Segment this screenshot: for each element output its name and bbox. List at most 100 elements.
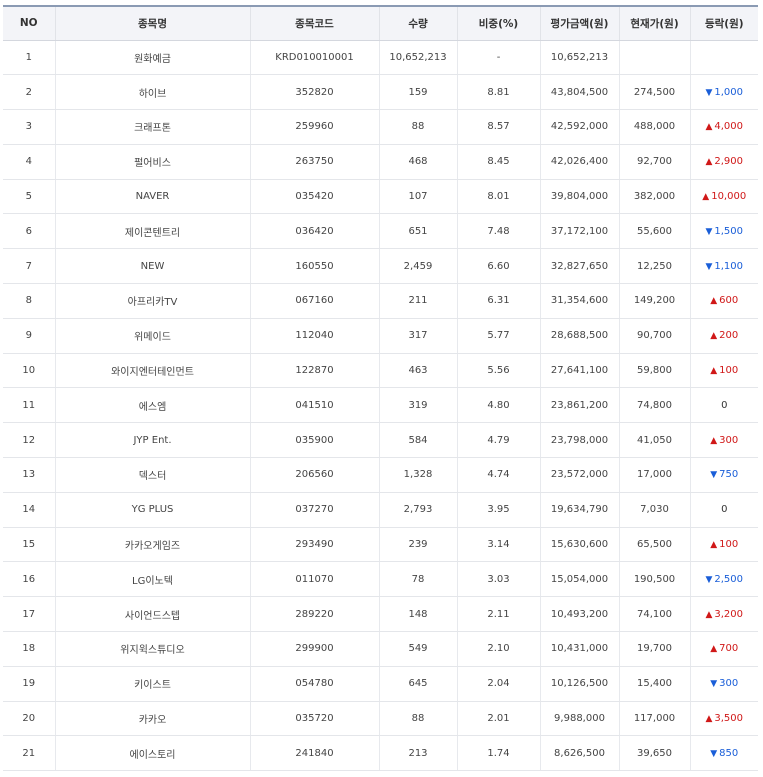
- table-row: 6 제이콘텐트리 036420 651 7.48 37,172,100 55,600 ▼ 1,5…: [3, 213, 758, 250]
- cell-weight: 4.79: [456, 422, 540, 459]
- table-row: 21 에이스토리 241840 213 1.74 8,626,500 39,650 ▼ 850: [3, 735, 758, 772]
- table-row: 2 하이브 352820 159 8.81 43,804,500 274,500 ▼ 1,000: [3, 74, 758, 111]
- cell-change: ▼ 1,000: [689, 74, 758, 111]
- cell-qty: 319: [378, 387, 457, 424]
- change-value: 200: [719, 330, 739, 342]
- arrow-down-icon: ▼: [710, 679, 718, 690]
- cell-change: 0: [689, 492, 758, 528]
- cell-change: ▲ 200: [689, 318, 758, 354]
- cell-name: 카카오게임즈: [54, 527, 250, 563]
- cell-no: 15: [3, 527, 55, 563]
- arrow-up-icon: ▲: [710, 540, 718, 551]
- cell-name: NAVER: [54, 179, 250, 215]
- cell-weight: -: [456, 40, 540, 76]
- cell-no: 7: [3, 248, 55, 285]
- arrow-up-icon: ▲: [705, 714, 713, 725]
- cell-code: 122870: [249, 353, 379, 389]
- table-row: 7 NEW 160550 2,459 6.60 32,827,650 12,250 ▼ 1,10…: [3, 248, 758, 285]
- arrow-up-icon: ▲: [710, 296, 718, 307]
- table-row: 19 키이스트 054780 645 2.04 10,126,500 15,400 ▼ 300: [3, 666, 758, 702]
- change-value: 3,500: [714, 713, 744, 725]
- cell-price: 92,700: [618, 144, 690, 180]
- change-value: 850: [719, 747, 739, 759]
- arrow-down-icon: ▼: [705, 226, 713, 237]
- cell-code: 035900: [249, 422, 379, 459]
- cell-price: 15,400: [618, 666, 690, 702]
- table-row: 5 NAVER 035420 107 8.01 39,804,000 382,000 ▲ 10,…: [3, 179, 758, 215]
- arrow-up-icon: ▲: [702, 192, 710, 203]
- cell-qty: 148: [378, 596, 457, 633]
- change-value: 3,200: [714, 608, 744, 620]
- cell-qty: 651: [378, 213, 457, 250]
- cell-code: 352820: [249, 74, 379, 111]
- header-no: NO: [3, 6, 55, 41]
- cell-qty: 78: [378, 561, 457, 598]
- cell-name: 키이스트: [54, 666, 250, 702]
- change-value: 750: [719, 469, 739, 481]
- cell-no: 9: [3, 318, 55, 354]
- cell-code: 206560: [249, 457, 379, 493]
- cell-weight: 8.01: [456, 179, 540, 215]
- cell-qty: 2,459: [378, 248, 457, 285]
- cell-code: 263750: [249, 144, 379, 180]
- table-row: 17 사이언드스텝 289220 148 2.11 10,493,200 74,100 ▲ 3,…: [3, 596, 758, 633]
- table-body: 1 원화예금 KRD010010001 10,652,213-10,652,213 2 하…: [3, 40, 758, 772]
- cell-weight: 5.56: [456, 353, 540, 389]
- table-row: 9 위메이드 112040 317 5.77 28,688,500 90,700 ▲ 200: [3, 318, 758, 354]
- cell-code: 036420: [249, 213, 379, 250]
- cell-weight: 6.31: [456, 283, 540, 319]
- header-name: 종목명: [54, 6, 250, 41]
- cell-change: ▲ 3,200: [689, 596, 758, 633]
- cell-qty: 159: [378, 74, 457, 111]
- cell-no: 12: [3, 422, 55, 459]
- cell-change: 0: [689, 387, 758, 424]
- cell-weight: 2.04: [456, 666, 540, 702]
- arrow-down-icon: ▼: [705, 87, 713, 98]
- cell-price: 65,500: [618, 527, 690, 563]
- cell-value: 10,493,200: [539, 596, 619, 633]
- cell-value: 15,630,600: [539, 527, 619, 563]
- cell-no: 14: [3, 492, 55, 528]
- cell-name: YG PLUS: [54, 492, 250, 528]
- cell-change: ▼ 750: [689, 457, 758, 493]
- arrow-up-icon: ▲: [705, 157, 713, 168]
- cell-price: 74,800: [618, 387, 690, 424]
- cell-price: 59,800: [618, 353, 690, 389]
- cell-qty: 88: [378, 701, 457, 737]
- cell-change: ▲ 100: [689, 353, 758, 389]
- cell-no: 17: [3, 596, 55, 633]
- cell-price: 488,000: [618, 109, 690, 145]
- cell-qty: 2,793: [378, 492, 457, 528]
- cell-weight: 3.14: [456, 527, 540, 563]
- cell-name: 아프리카TV: [54, 283, 250, 319]
- change-value: 600: [719, 295, 739, 307]
- cell-name: 카카오: [54, 701, 250, 737]
- cell-price: 274,500: [618, 74, 690, 111]
- cell-value: 42,026,400: [539, 144, 619, 180]
- cell-name: NEW: [54, 248, 250, 285]
- cell-code: 011070: [249, 561, 379, 598]
- cell-price: 90,700: [618, 318, 690, 354]
- cell-price: 39,650: [618, 735, 690, 772]
- cell-no: 19: [3, 666, 55, 702]
- change-value: 0: [721, 399, 728, 411]
- table-row: 3 크래프톤 259960 88 8.57 42,592,000 488,000 ▲ 4,000: [3, 109, 758, 145]
- cell-change: ▼ 2,500: [689, 561, 758, 598]
- cell-code: 112040: [249, 318, 379, 354]
- cell-weight: 8.81: [456, 74, 540, 111]
- header-row: NO 종목명 종목코드 수량 비중(%) 평가금액(원) 현재가(원) 등락(원…: [3, 6, 758, 41]
- holdings-table-container: NO 종목명 종목코드 수량 비중(%) 평가금액(원) 현재가(원) 등락(원…: [0, 0, 763, 772]
- cell-code: 037270: [249, 492, 379, 528]
- cell-no: 21: [3, 735, 55, 772]
- change-value: 300: [719, 678, 739, 690]
- cell-code: 067160: [249, 283, 379, 319]
- change-value: 300: [719, 434, 739, 446]
- cell-value: 39,804,000: [539, 179, 619, 215]
- table-row: 16 LG이노텍 011070 78 3.03 15,054,000 190,500 ▼ 2,5…: [3, 561, 758, 598]
- cell-value: 28,688,500: [539, 318, 619, 354]
- cell-price: 117,000: [618, 701, 690, 737]
- arrow-down-icon: ▼: [705, 261, 713, 272]
- cell-price: 74,100: [618, 596, 690, 633]
- cell-qty: 549: [378, 631, 457, 667]
- header-code: 종목코드: [249, 6, 379, 41]
